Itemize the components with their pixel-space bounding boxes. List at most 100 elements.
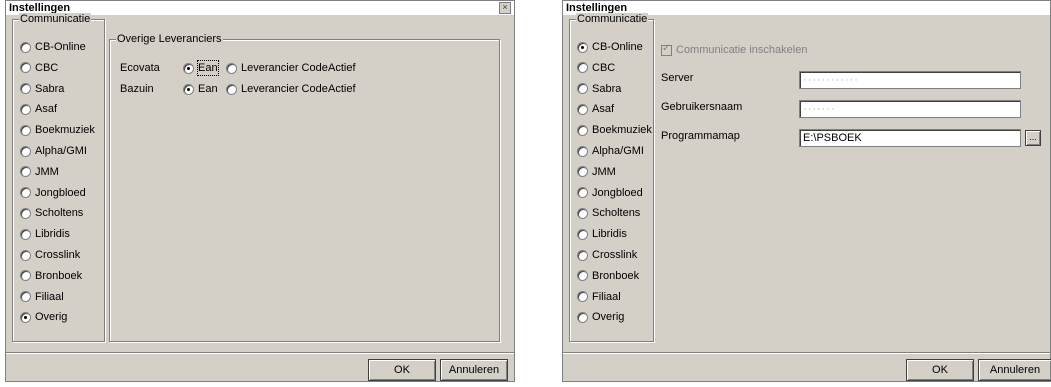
supplier-code-label: Leverancier Code (241, 62, 328, 74)
radio-button[interactable] (20, 311, 31, 323)
radio-button[interactable] (20, 145, 31, 157)
cancel-button[interactable]: Annuleren (440, 359, 508, 381)
supplier-label: Bronboek (35, 269, 83, 282)
supplier-radio-scholtens[interactable]: Scholtens (577, 206, 640, 220)
supplier-label: Libridis (592, 228, 627, 241)
supplier-label: Alpha/GMI (35, 145, 87, 157)
ok-button[interactable]: OK (906, 359, 974, 381)
radio-button[interactable] (577, 291, 588, 303)
radio-button[interactable] (577, 249, 588, 261)
server-value: ············ (803, 74, 859, 86)
radio-button[interactable] (577, 187, 588, 199)
supplier-label: Libridis (35, 228, 70, 241)
radio-button[interactable] (577, 83, 588, 95)
supplier-label: Boekmuziek (35, 124, 95, 137)
supplier-label: JMM (592, 165, 616, 178)
ok-button[interactable]: OK (368, 359, 436, 381)
supplier-radio-libridis[interactable]: Libridis (577, 227, 627, 241)
supplier-radio-filiaal[interactable]: Filiaal (20, 290, 64, 304)
supplier-label: Asaf (35, 103, 58, 116)
cancel-button[interactable]: Annuleren (978, 359, 1051, 381)
supplier-radio-scholtens[interactable]: Scholtens (20, 206, 83, 220)
status-label: Actief (328, 83, 356, 95)
radio-button[interactable] (577, 103, 588, 115)
radio-button[interactable] (226, 62, 237, 74)
radio-button[interactable] (20, 41, 31, 53)
supplier-label: CBC (592, 61, 616, 74)
supplier-radio-jongbloed[interactable]: Jongbloed (20, 186, 86, 200)
supplier-radio-jmm[interactable]: JMM (20, 165, 59, 179)
ean-radio[interactable]: Ean (183, 82, 218, 96)
radio-button[interactable] (577, 166, 588, 178)
radio-button[interactable] (20, 270, 31, 282)
supplier-code-radio[interactable]: Leverancier Code (226, 82, 328, 96)
username-value: ······· (803, 103, 836, 115)
supplier-name: Ecovata (120, 62, 160, 74)
server-input[interactable]: ············ (799, 71, 1021, 89)
supplier-label: Sabra (592, 82, 622, 95)
program-folder-input[interactable]: E:\PSBOEK (799, 129, 1021, 147)
radio-button[interactable] (20, 83, 31, 95)
radio-button[interactable] (20, 249, 31, 261)
browse-button[interactable]: ... (1025, 130, 1041, 146)
radio-button[interactable] (577, 311, 588, 323)
ean-radio[interactable]: Ean (183, 60, 219, 76)
settings-dialog-right: Instellingen Communicatie CB-Online CBC Sa… (562, 0, 1051, 382)
radio-button[interactable] (577, 62, 588, 74)
supplier-label: Asaf (592, 103, 615, 116)
supplier-radio-boekmuziek[interactable]: Boekmuziek (20, 123, 95, 137)
radio-button[interactable] (20, 187, 31, 199)
supplier-label: Filiaal (35, 290, 64, 303)
supplier-radio-filiaal[interactable]: Filiaal (577, 290, 621, 304)
radio-button[interactable] (577, 270, 588, 282)
supplier-label: Alpha/GMI (592, 145, 644, 157)
radio-button[interactable] (20, 207, 31, 219)
supplier-radio-cb-online[interactable]: CB-Online (20, 40, 86, 54)
supplier-label: CBC (35, 61, 59, 74)
username-input[interactable]: ······· (799, 100, 1021, 118)
supplier-radio-asaf[interactable]: Asaf (577, 102, 614, 116)
radio-button[interactable] (20, 62, 31, 74)
enable-communication-checkbox[interactable] (661, 43, 672, 56)
supplier-label: Overig (592, 311, 625, 324)
supplier-code-radio[interactable]: Leverancier Code (226, 61, 328, 75)
username-label: Gebruikersnaam (661, 101, 743, 113)
radio-button[interactable] (20, 291, 31, 303)
supplier-name: Bazuin (120, 83, 154, 95)
ean-label: Ean (197, 60, 219, 76)
radio-button[interactable] (20, 124, 31, 136)
radio-button[interactable] (577, 207, 588, 219)
supplier-label: Bronboek (592, 269, 640, 282)
radio-button[interactable] (20, 228, 31, 240)
supplier-radio-asaf[interactable]: Asaf (20, 102, 57, 116)
radio-button[interactable] (577, 124, 588, 136)
close-icon[interactable]: × (499, 2, 511, 14)
supplier-radio-cbc[interactable]: CBC (577, 61, 615, 75)
supplier-radio-libridis[interactable]: Libridis (20, 227, 70, 241)
supplier-radio-sabra[interactable]: Sabra (20, 82, 64, 96)
radio-button[interactable] (183, 62, 194, 74)
supplier-radio-crosslink[interactable]: Crosslink (20, 248, 80, 262)
radio-button[interactable] (577, 41, 588, 53)
radio-button[interactable] (226, 83, 237, 95)
supplier-radio-cbc[interactable]: CBC (20, 61, 58, 75)
supplier-radio-overig[interactable]: Overig (577, 310, 624, 324)
supplier-radio-alpha-gmi[interactable]: Alpha/GMI (577, 144, 644, 158)
footer-divider (6, 352, 514, 354)
supplier-radio-bronboek[interactable]: Bronboek (20, 269, 82, 283)
supplier-radio-crosslink[interactable]: Crosslink (577, 248, 637, 262)
supplier-radio-jongbloed[interactable]: Jongbloed (577, 186, 643, 200)
radio-button[interactable] (20, 103, 31, 115)
supplier-radio-alpha-gmi[interactable]: Alpha/GMI (20, 144, 87, 158)
radio-button[interactable] (577, 228, 588, 240)
radio-button[interactable] (183, 83, 194, 95)
supplier-radio-boekmuziek[interactable]: Boekmuziek (577, 123, 652, 137)
radio-button[interactable] (577, 145, 588, 157)
supplier-radio-jmm[interactable]: JMM (577, 165, 616, 179)
supplier-radio-bronboek[interactable]: Bronboek (577, 269, 639, 283)
supplier-label: Overig (35, 311, 68, 324)
supplier-radio-overig[interactable]: Overig (20, 310, 67, 324)
supplier-radio-sabra[interactable]: Sabra (577, 82, 621, 96)
supplier-radio-cb-online[interactable]: CB-Online (577, 40, 643, 54)
radio-button[interactable] (20, 166, 31, 178)
